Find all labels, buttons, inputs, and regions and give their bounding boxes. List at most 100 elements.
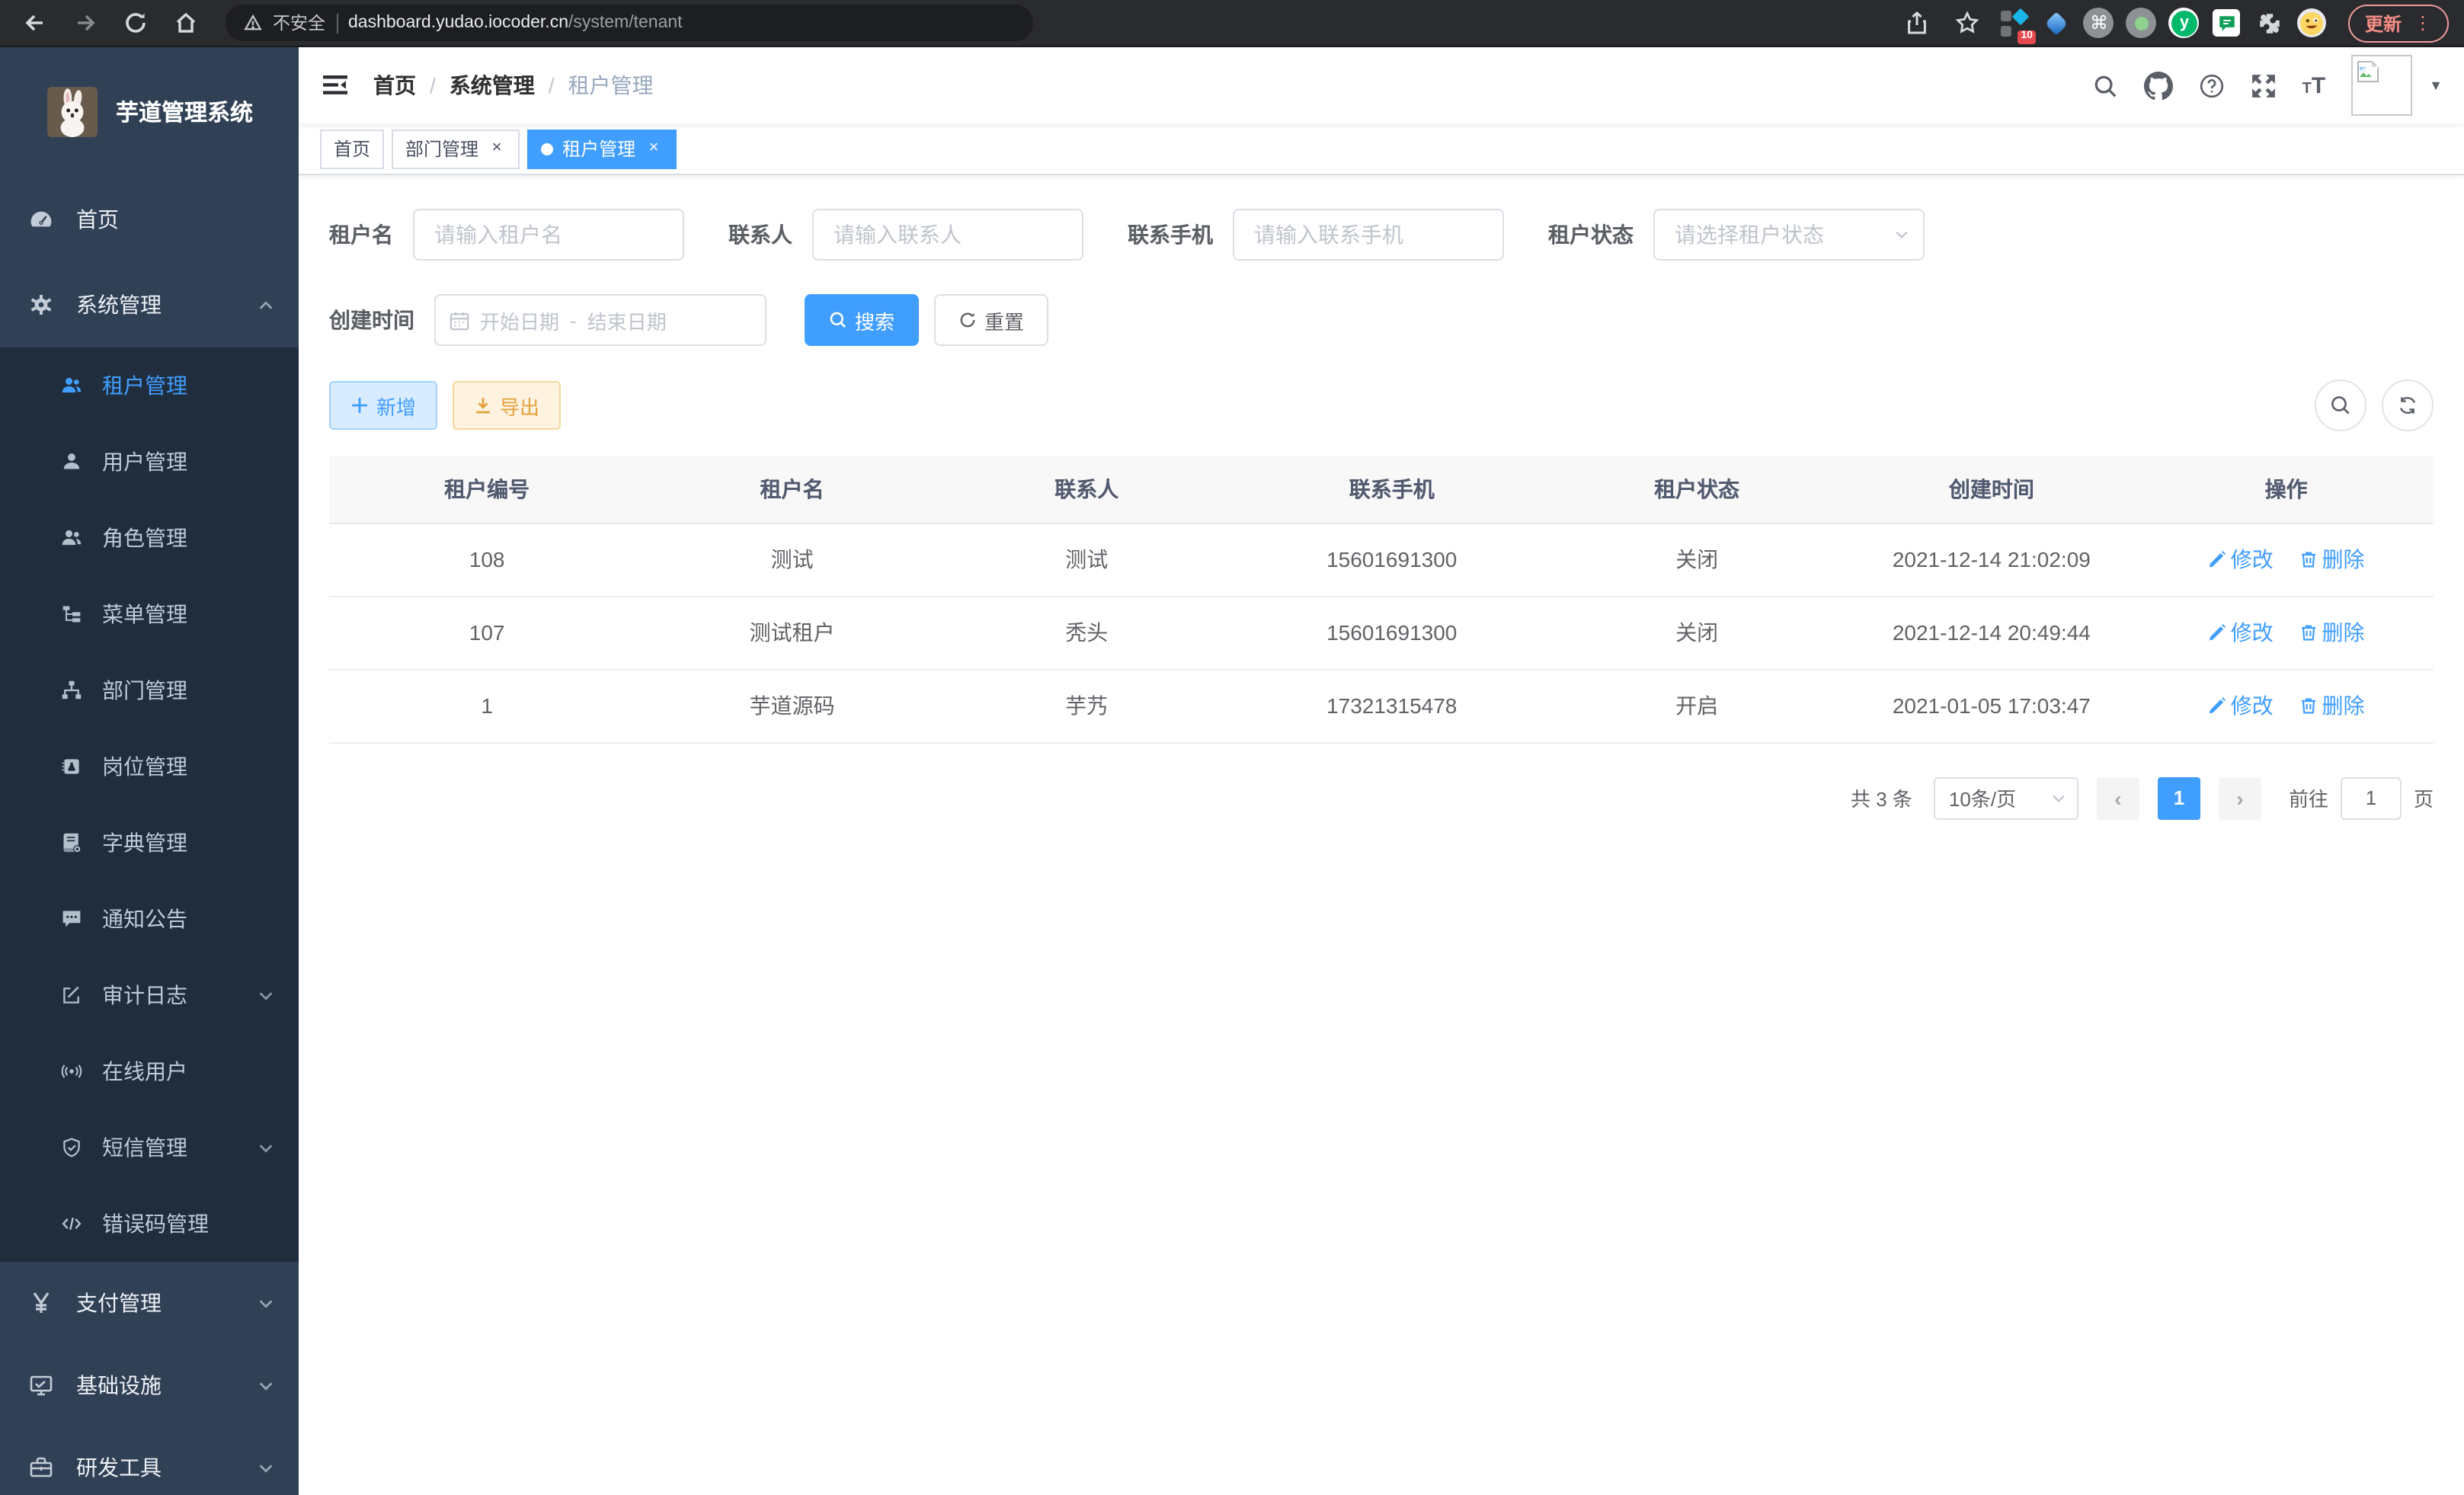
font-size-icon[interactable]: TT bbox=[2302, 74, 2326, 97]
sidebar-item-menu[interactable]: 菜单管理 bbox=[0, 576, 299, 652]
cell-tenant-id: 108 bbox=[329, 523, 645, 596]
app-window: 芋道管理系统 首页 系统管理 bbox=[0, 47, 2464, 1495]
status-select[interactable]: 请选择租户状态 bbox=[1653, 209, 1925, 261]
search-icon bbox=[829, 311, 847, 329]
add-button[interactable]: 新增 bbox=[329, 381, 437, 430]
page-1-button[interactable]: 1 bbox=[2158, 776, 2200, 819]
page-size-select[interactable]: 10条/页 bbox=[1934, 776, 2078, 819]
main-area: 首页 / 系统管理 / 租户管理 bbox=[299, 47, 2464, 1495]
tenants-people-icon bbox=[61, 375, 82, 396]
export-button[interactable]: 导出 bbox=[453, 381, 561, 430]
sidebar-item-dev-tools[interactable]: 研发工具 bbox=[0, 1426, 299, 1495]
cell-mobile: 15601691300 bbox=[1234, 523, 1550, 596]
search-icon bbox=[2330, 395, 2351, 416]
date-range-picker[interactable]: 开始日期 - 结束日期 bbox=[434, 294, 766, 346]
chevron-down-icon bbox=[258, 1295, 274, 1311]
sidebar-item-error-code[interactable]: 错误码管理 bbox=[0, 1186, 299, 1262]
avatar-caret-down-icon[interactable]: ▼ bbox=[2429, 78, 2443, 93]
address-bar[interactable]: 不安全 dashboard.yudao.iocoder.cn/system/te… bbox=[226, 5, 1033, 41]
browser-home-icon[interactable] bbox=[166, 5, 206, 41]
cell-tenant-name: 测试 bbox=[645, 523, 939, 596]
pagination: 共 3 条 10条/页 ‹ 1 › 前往 页 bbox=[329, 776, 2434, 819]
goto-page-input[interactable] bbox=[2341, 776, 2402, 819]
delete-link[interactable]: 删除 bbox=[2299, 544, 2364, 575]
tenant-name-input[interactable] bbox=[413, 209, 684, 261]
extensions-puzzle-icon[interactable] bbox=[2254, 7, 2286, 39]
delete-link[interactable]: 删除 bbox=[2299, 690, 2364, 721]
sidebar-item-online-user[interactable]: 在线用户 bbox=[0, 1033, 299, 1109]
chevron-down-icon bbox=[2051, 790, 2066, 805]
sidebar-item-user[interactable]: 用户管理 bbox=[0, 424, 299, 500]
filter-label: 租户名 bbox=[329, 219, 393, 250]
browser-forward-icon[interactable] bbox=[66, 5, 105, 41]
reset-label: 重置 bbox=[984, 306, 1024, 335]
sidebar-item-notice[interactable]: 通知公告 bbox=[0, 881, 299, 957]
search-button[interactable]: 搜索 bbox=[805, 294, 919, 346]
cell-status: 关闭 bbox=[1550, 523, 1845, 596]
sidebar-item-infra[interactable]: 基础设施 bbox=[0, 1344, 299, 1426]
delete-link[interactable]: 删除 bbox=[2299, 617, 2364, 648]
browser-reload-icon[interactable] bbox=[116, 5, 155, 41]
sidebar-item-label: 支付管理 bbox=[76, 1288, 162, 1318]
share-icon[interactable] bbox=[1897, 5, 1937, 41]
help-question-icon[interactable] bbox=[2199, 72, 2225, 98]
extension-recorder-icon[interactable] bbox=[2126, 7, 2158, 39]
cell-tenant-name: 芋道源码 bbox=[645, 669, 939, 742]
sidebar-item-dept[interactable]: 部门管理 bbox=[0, 652, 299, 728]
refresh-table-button[interactable] bbox=[2382, 379, 2434, 431]
screen: 不安全 dashboard.yudao.iocoder.cn/system/te… bbox=[0, 0, 2464, 1495]
sidebar-item-payment[interactable]: 支付管理 bbox=[0, 1262, 299, 1344]
sidebar-item-post[interactable]: 岗位管理 bbox=[0, 728, 299, 805]
edit-link[interactable]: 修改 bbox=[2208, 617, 2274, 648]
header-search-icon[interactable] bbox=[2092, 72, 2118, 98]
app-title: 芋道管理系统 bbox=[116, 96, 253, 128]
toggle-search-button[interactable] bbox=[2315, 379, 2366, 431]
sidebar-item-role[interactable]: 角色管理 bbox=[0, 500, 299, 576]
omnibox-divider bbox=[336, 13, 338, 33]
active-dot bbox=[541, 142, 553, 155]
sidebar-logo[interactable]: 芋道管理系统 bbox=[0, 47, 299, 177]
sidebar-item-tenant[interactable]: 租户管理 bbox=[0, 347, 299, 424]
sidebar-collapse-icon[interactable] bbox=[299, 47, 372, 123]
extension-chat-icon[interactable] bbox=[2211, 7, 2243, 39]
logo-image bbox=[47, 87, 98, 137]
goto-label: 前往 bbox=[2289, 783, 2328, 812]
tag-dept[interactable]: 部门管理 × bbox=[392, 129, 520, 168]
fullscreen-icon[interactable] bbox=[2251, 72, 2277, 98]
sidebar-item-home[interactable]: 首页 bbox=[0, 177, 299, 262]
sidebar-item-label: 错误码管理 bbox=[102, 1208, 209, 1239]
edit-link[interactable]: 修改 bbox=[2208, 690, 2274, 721]
browser-menu-dots-icon[interactable]: ⋮ bbox=[2414, 15, 2432, 30]
mobile-input[interactable] bbox=[1233, 209, 1504, 261]
extension-grid-icon[interactable]: 10 bbox=[1998, 7, 2030, 39]
contact-input[interactable] bbox=[812, 209, 1083, 261]
sidebar-item-label: 租户管理 bbox=[102, 370, 187, 401]
browser-update-button[interactable]: 更新 ⋮ bbox=[2348, 4, 2449, 42]
github-icon[interactable] bbox=[2144, 71, 2173, 100]
sidebar-item-sms[interactable]: 短信管理 bbox=[0, 1109, 299, 1186]
reset-button[interactable]: 重置 bbox=[934, 294, 1048, 346]
breadcrumb-home[interactable]: 首页 bbox=[373, 70, 416, 101]
close-icon[interactable]: × bbox=[488, 139, 506, 158]
cell-mobile: 15601691300 bbox=[1234, 596, 1550, 669]
table-row: 1 芋道源码 芋艿 17321315478 开启 2021-01-05 17:0… bbox=[329, 669, 2434, 742]
tag-home[interactable]: 首页 bbox=[320, 129, 384, 168]
breadcrumb-system[interactable]: 系统管理 bbox=[450, 70, 535, 101]
sidebar-item-system[interactable]: 系统管理 bbox=[0, 262, 299, 347]
plus-icon bbox=[350, 396, 369, 415]
tag-tenant[interactable]: 租户管理 × bbox=[527, 129, 677, 168]
sidebar-item-dict[interactable]: 字典管理 bbox=[0, 805, 299, 881]
sidebar-item-audit-log[interactable]: 审计日志 bbox=[0, 957, 299, 1033]
bookmark-star-icon[interactable] bbox=[1947, 5, 1987, 41]
prev-page-button[interactable]: ‹ bbox=[2097, 776, 2139, 819]
profile-avatar-icon[interactable] bbox=[2296, 7, 2328, 39]
close-icon[interactable]: × bbox=[645, 139, 663, 158]
user-avatar[interactable] bbox=[2351, 55, 2412, 116]
browser-back-icon[interactable] bbox=[15, 5, 55, 41]
col-tenant-name: 租户名 bbox=[645, 456, 939, 523]
edit-link[interactable]: 修改 bbox=[2208, 544, 2274, 575]
extension-kite-icon[interactable] bbox=[2040, 7, 2072, 39]
extension-command-icon[interactable]: ⌘ bbox=[2083, 7, 2115, 39]
extension-yuque-icon[interactable]: y bbox=[2168, 7, 2200, 39]
next-page-button[interactable]: › bbox=[2219, 776, 2261, 819]
